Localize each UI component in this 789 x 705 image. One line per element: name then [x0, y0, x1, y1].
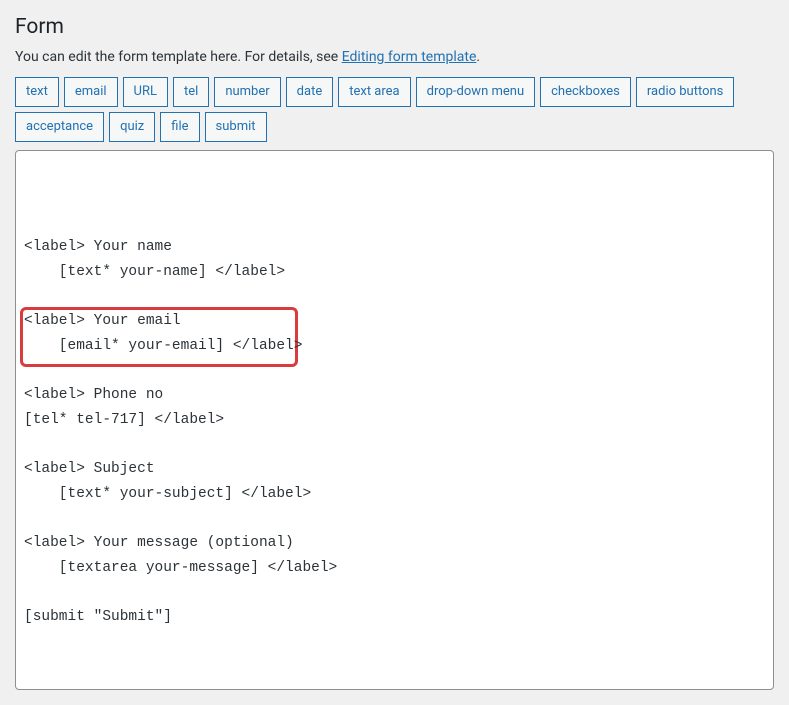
form-template-area[interactable]: <label> Your name [text* your-name] </la… — [15, 150, 774, 689]
form-panel: Form You can edit the form template here… — [15, 15, 774, 690]
panel-description: You can edit the form template here. For… — [15, 49, 774, 65]
tag-button-acceptance[interactable]: acceptance — [15, 112, 104, 142]
tag-button-radio-buttons[interactable]: radio buttons — [636, 77, 735, 107]
tag-button-drop-down-menu[interactable]: drop-down menu — [416, 77, 535, 107]
tag-button-tel[interactable]: tel — [173, 77, 209, 107]
tag-button-submit[interactable]: submit — [205, 112, 267, 142]
panel-title: Form — [15, 15, 774, 39]
panel-desc-suffix: . — [476, 49, 480, 65]
tag-button-checkboxes[interactable]: checkboxes — [540, 77, 631, 107]
tag-button-text-area[interactable]: text area — [338, 77, 410, 107]
form-template-text: <label> Your name [text* your-name] </la… — [24, 235, 765, 629]
tag-button-URL[interactable]: URL — [123, 77, 168, 107]
tag-button-row: textemailURLtelnumberdatetext areadrop-d… — [15, 77, 774, 142]
tag-button-number[interactable]: number — [214, 77, 280, 107]
tag-button-email[interactable]: email — [64, 77, 118, 107]
panel-desc-link[interactable]: Editing form template — [342, 49, 477, 65]
panel-desc-prefix: You can edit the form template here. For… — [15, 49, 342, 65]
tag-button-text[interactable]: text — [15, 77, 59, 107]
tag-button-quiz[interactable]: quiz — [109, 112, 155, 142]
tag-button-date[interactable]: date — [286, 77, 334, 107]
tag-button-file[interactable]: file — [160, 112, 199, 142]
